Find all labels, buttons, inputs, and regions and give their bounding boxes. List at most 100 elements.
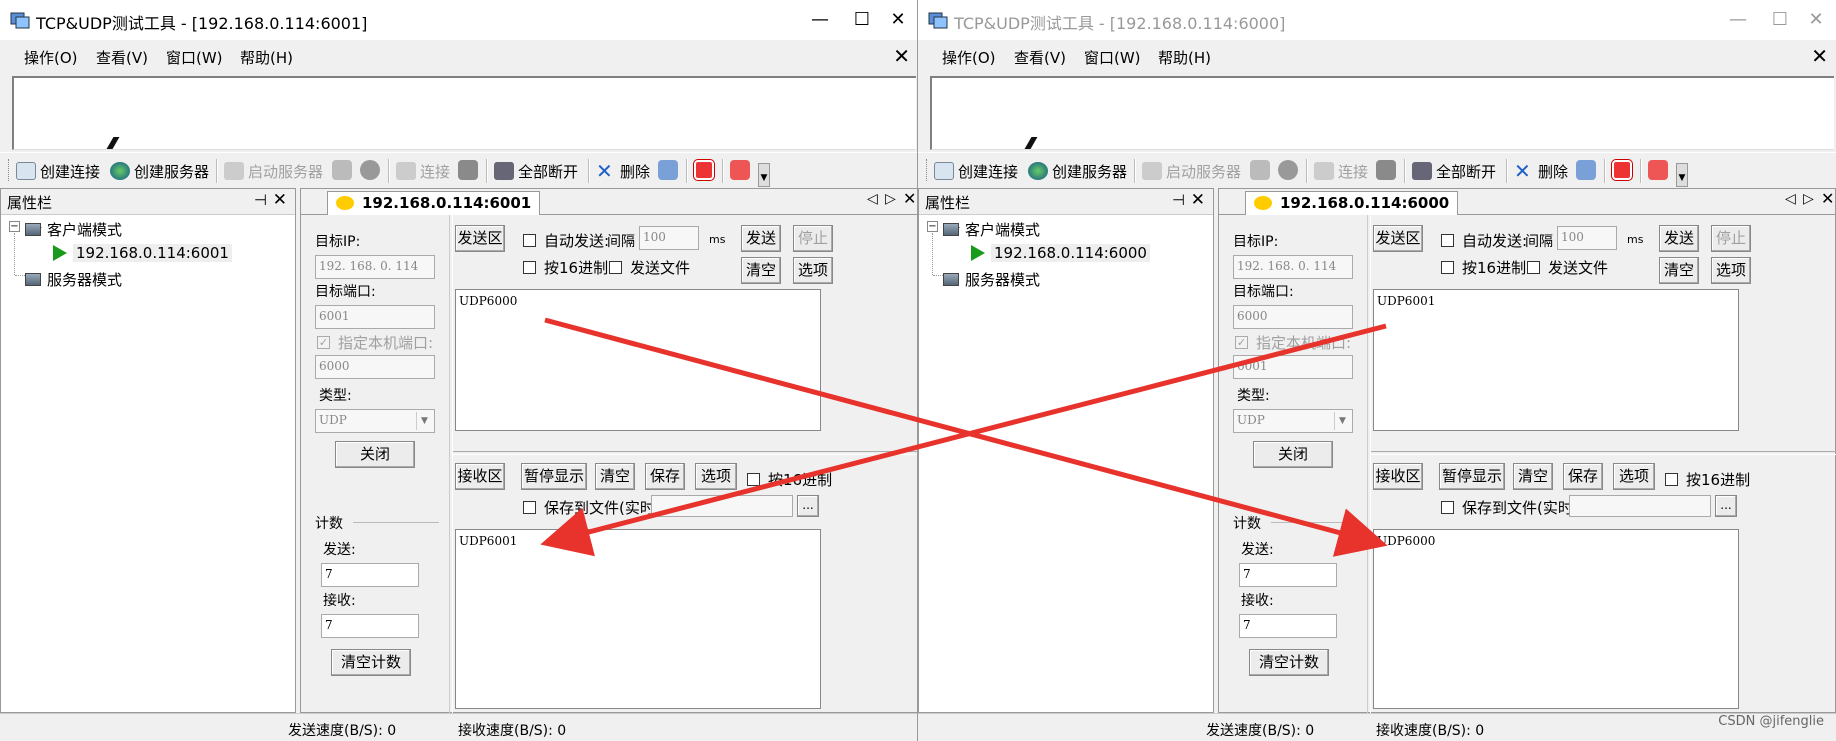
tab-next-icon[interactable]: ▷ xyxy=(1803,191,1814,207)
users-icon[interactable] xyxy=(1250,160,1270,180)
target-ip-field[interactable]: 192. 168. 0. 114 xyxy=(1233,255,1353,279)
panel-close-icon[interactable]: ✕ xyxy=(1191,190,1205,210)
power-icon[interactable] xyxy=(1611,159,1633,181)
send-options-button[interactable]: 选项 xyxy=(793,257,833,284)
send-options-button[interactable]: 选项 xyxy=(1711,257,1751,284)
hex-send-checkbox[interactable]: 按16进制 xyxy=(1441,257,1526,278)
send-count-field[interactable]: 7 xyxy=(1239,563,1337,587)
target-port-field[interactable]: 6001 xyxy=(315,305,435,329)
title-bar[interactable]: TCP&UDP测试工具 - [192.168.0.114:6001] — ☐ ✕ xyxy=(0,0,917,40)
recv-options-button[interactable]: 选项 xyxy=(695,463,737,490)
browse-button[interactable]: ... xyxy=(797,495,819,517)
collapse-icon[interactable]: − xyxy=(9,221,20,232)
type-select[interactable]: UDP ▼ xyxy=(1233,409,1353,433)
save-file-path[interactable] xyxy=(651,495,793,517)
send-file-checkbox[interactable]: 发送文件 xyxy=(609,257,690,278)
close-connection-button[interactable]: 关闭 xyxy=(1253,441,1333,468)
recv-textarea[interactable]: UDP6001 xyxy=(455,529,821,709)
horizontal-splitter[interactable] xyxy=(1371,451,1836,455)
help-icon[interactable] xyxy=(1648,160,1668,180)
title-bar[interactable]: TCP&UDP测试工具 - [192.168.0.114:6000] — ☐ ✕ xyxy=(918,0,1836,40)
send-area-button[interactable]: 发送区 xyxy=(455,225,505,252)
menu-view[interactable]: 查看(V) xyxy=(96,47,148,68)
recv-options-button[interactable]: 选项 xyxy=(1613,463,1655,490)
send-textarea[interactable]: UDP6001 xyxy=(1373,289,1739,431)
close-window-button[interactable]: ✕ xyxy=(1798,5,1834,35)
toolbar-overflow-icon[interactable]: ▼ xyxy=(758,163,770,187)
save-to-file-checkbox[interactable]: 保存到文件(实时) xyxy=(523,497,661,518)
clear-recv-button[interactable]: 清空 xyxy=(595,463,635,490)
maximize-button[interactable]: ☐ xyxy=(844,5,880,35)
disconnect-icon[interactable] xyxy=(1376,160,1396,180)
local-port-field[interactable]: 6000 xyxy=(315,355,435,379)
panel-close-icon[interactable]: ✕ xyxy=(273,190,287,210)
tab-close-icon[interactable]: ✕ xyxy=(1821,189,1834,208)
create-connection-button[interactable]: 创建连接 xyxy=(934,160,1018,182)
network-icon[interactable] xyxy=(658,160,678,180)
menu-window[interactable]: 窗口(W) xyxy=(1084,47,1141,68)
menu-operate[interactable]: 操作(O) xyxy=(942,47,996,68)
horizontal-splitter[interactable] xyxy=(453,451,917,455)
hex-recv-checkbox[interactable]: 按16进制 xyxy=(1665,469,1750,490)
power-icon[interactable] xyxy=(693,159,715,181)
stop-circle-icon[interactable] xyxy=(360,160,380,180)
vertical-splitter[interactable] xyxy=(1367,215,1371,714)
interval-field[interactable]: 100 xyxy=(639,226,699,250)
save-to-file-checkbox[interactable]: 保存到文件(实时) xyxy=(1441,497,1579,518)
tab-connection[interactable]: 192.168.0.114:6000 xyxy=(1245,191,1459,215)
recv-area-button[interactable]: 接收区 xyxy=(1373,463,1423,490)
send-file-checkbox[interactable]: 发送文件 xyxy=(1527,257,1608,278)
delete-button[interactable]: ✕ 删除 xyxy=(596,160,650,182)
stop-button[interactable]: 停止 xyxy=(1711,225,1751,252)
recv-textarea[interactable]: UDP6000 xyxy=(1373,529,1739,709)
menu-view[interactable]: 查看(V) xyxy=(1014,47,1066,68)
tab-prev-icon[interactable]: ◁ xyxy=(867,191,878,207)
mdi-close-icon[interactable]: ✕ xyxy=(893,44,910,68)
tree-client-mode[interactable]: 客户端模式 xyxy=(25,219,122,240)
connect-button[interactable]: 连接 xyxy=(396,160,450,182)
delete-button[interactable]: ✕ 删除 xyxy=(1514,160,1568,182)
tab-next-icon[interactable]: ▷ xyxy=(885,191,896,207)
tab-connection[interactable]: 192.168.0.114:6001 xyxy=(327,191,541,215)
start-server-button[interactable]: 启动服务器 xyxy=(1142,160,1241,182)
pin-icon[interactable]: ⊣ xyxy=(254,191,267,209)
send-button[interactable]: 发送 xyxy=(1659,225,1699,252)
mdi-close-icon[interactable]: ✕ xyxy=(1811,44,1828,68)
send-count-field[interactable]: 7 xyxy=(321,563,419,587)
interval-field[interactable]: 100 xyxy=(1557,226,1617,250)
toolbar-grip[interactable] xyxy=(8,159,11,181)
menu-operate[interactable]: 操作(O) xyxy=(24,47,78,68)
local-port-checkbox[interactable]: ✓ 指定本机端口: xyxy=(317,332,433,353)
auto-send-checkbox[interactable]: 自动发送: xyxy=(523,230,609,251)
tab-prev-icon[interactable]: ◁ xyxy=(1785,191,1796,207)
menu-help[interactable]: 帮助(H) xyxy=(240,47,293,68)
maximize-button[interactable]: ☐ xyxy=(1762,5,1798,35)
toolbar-grip[interactable] xyxy=(926,159,929,181)
create-connection-button[interactable]: 创建连接 xyxy=(16,160,100,182)
clear-recv-button[interactable]: 清空 xyxy=(1513,463,1553,490)
save-button[interactable]: 保存 xyxy=(645,463,685,490)
vertical-splitter[interactable] xyxy=(449,215,453,714)
type-select[interactable]: UDP ▼ xyxy=(315,409,435,433)
menu-window[interactable]: 窗口(W) xyxy=(166,47,223,68)
connect-button[interactable]: 连接 xyxy=(1314,160,1368,182)
tree-server-mode[interactable]: 服务器模式 xyxy=(25,269,122,290)
toolbar-overflow-icon[interactable]: ▼ xyxy=(1676,163,1688,187)
stop-button[interactable]: 停止 xyxy=(793,225,833,252)
send-area-button[interactable]: 发送区 xyxy=(1373,225,1423,252)
browse-button[interactable]: ... xyxy=(1715,495,1737,517)
target-port-field[interactable]: 6000 xyxy=(1233,305,1353,329)
clear-send-button[interactable]: 清空 xyxy=(741,257,781,284)
tree-connection[interactable]: 192.168.0.114:6000 xyxy=(971,244,1150,262)
clear-count-button[interactable]: 清空计数 xyxy=(1249,649,1329,676)
create-server-button[interactable]: 创建服务器 xyxy=(110,160,209,182)
tree-server-mode[interactable]: 服务器模式 xyxy=(943,269,1040,290)
disconnect-all-button[interactable]: 全部断开 xyxy=(1412,160,1496,182)
local-port-checkbox[interactable]: ✓ 指定本机端口: xyxy=(1235,332,1351,353)
menu-help[interactable]: 帮助(H) xyxy=(1158,47,1211,68)
target-ip-field[interactable]: 192. 168. 0. 114 xyxy=(315,255,435,279)
users-icon[interactable] xyxy=(332,160,352,180)
close-window-button[interactable]: ✕ xyxy=(880,5,916,35)
hex-recv-checkbox[interactable]: 按16进制 xyxy=(747,469,832,490)
help-icon[interactable] xyxy=(730,160,750,180)
